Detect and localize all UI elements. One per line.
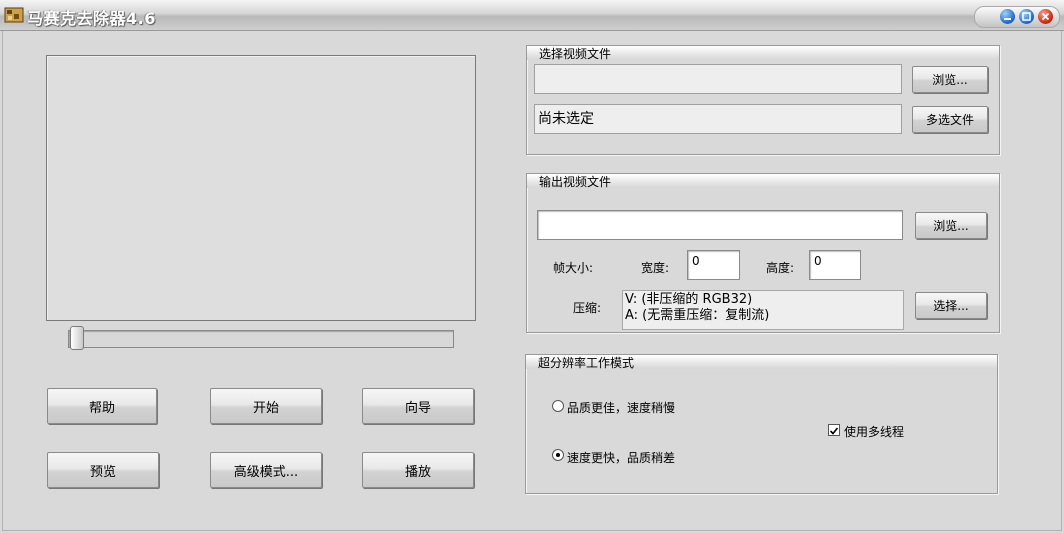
radio-speed[interactable] [552, 449, 564, 461]
height-input[interactable]: 0 [809, 250, 861, 280]
play-button[interactable]: 播放 [362, 452, 474, 488]
compress-video-text: V: (非压缩的 RGB32) [625, 292, 753, 307]
super-resolution-group: 超分辨率工作模式 [525, 354, 998, 494]
input-file-group: 选择视频文件 [526, 45, 1000, 155]
frame-size-label: 帧大小: [553, 261, 594, 275]
seek-slider-thumb[interactable] [70, 326, 84, 350]
compress-audio-text: A: (无需重压缩：复制流) [625, 308, 770, 323]
input-group-title: 选择视频文件 [539, 47, 612, 61]
output-browse-button[interactable]: 浏览... [915, 212, 987, 239]
width-input[interactable]: 0 [687, 250, 740, 280]
preview-button[interactable]: 预览 [47, 452, 159, 488]
window-controls [974, 6, 1060, 28]
wizard-button[interactable]: 向导 [362, 388, 474, 424]
output-path-field[interactable] [537, 210, 903, 240]
close-icon[interactable] [1038, 9, 1053, 24]
compress-label: 压缩: [573, 301, 602, 315]
minimize-icon[interactable] [1000, 9, 1015, 24]
seek-slider-track[interactable] [68, 330, 454, 348]
app-icon [4, 7, 24, 23]
compress-choose-button[interactable]: 选择... [915, 292, 987, 319]
multithread-checkbox[interactable] [828, 424, 840, 436]
height-label: 高度: [766, 261, 795, 275]
radio-quality-label[interactable]: 品质更佳，速度稍慢 [567, 399, 675, 416]
compression-info: V: (非压缩的 RGB32) A: (无需重压缩：复制流) [622, 290, 904, 330]
title-bar: 马赛克去除器4.6 [0, 0, 1064, 31]
radio-selected-dot [556, 453, 560, 457]
multithread-label[interactable]: 使用多线程 [844, 423, 904, 440]
width-label: 宽度: [641, 261, 670, 275]
advanced-mode-button[interactable]: 高级模式... [210, 452, 322, 488]
video-preview-area [46, 55, 476, 321]
maximize-icon[interactable] [1019, 9, 1034, 24]
window-title: 马赛克去除器4.6 [27, 9, 156, 28]
input-path-field[interactable] [534, 64, 902, 94]
start-button[interactable]: 开始 [210, 388, 322, 424]
help-button[interactable]: 帮助 [47, 388, 157, 424]
output-group-title: 输出视频文件 [539, 175, 612, 189]
checkmark-icon [829, 427, 839, 435]
radio-quality[interactable] [552, 400, 564, 412]
sr-group-title: 超分辨率工作模式 [538, 356, 635, 370]
radio-speed-label[interactable]: 速度更快，品质稍差 [567, 449, 675, 466]
input-browse-button[interactable]: 浏览... [912, 66, 988, 93]
input-status-field: 尚未选定 [534, 104, 902, 134]
multi-select-button[interactable]: 多选文件 [912, 106, 988, 133]
